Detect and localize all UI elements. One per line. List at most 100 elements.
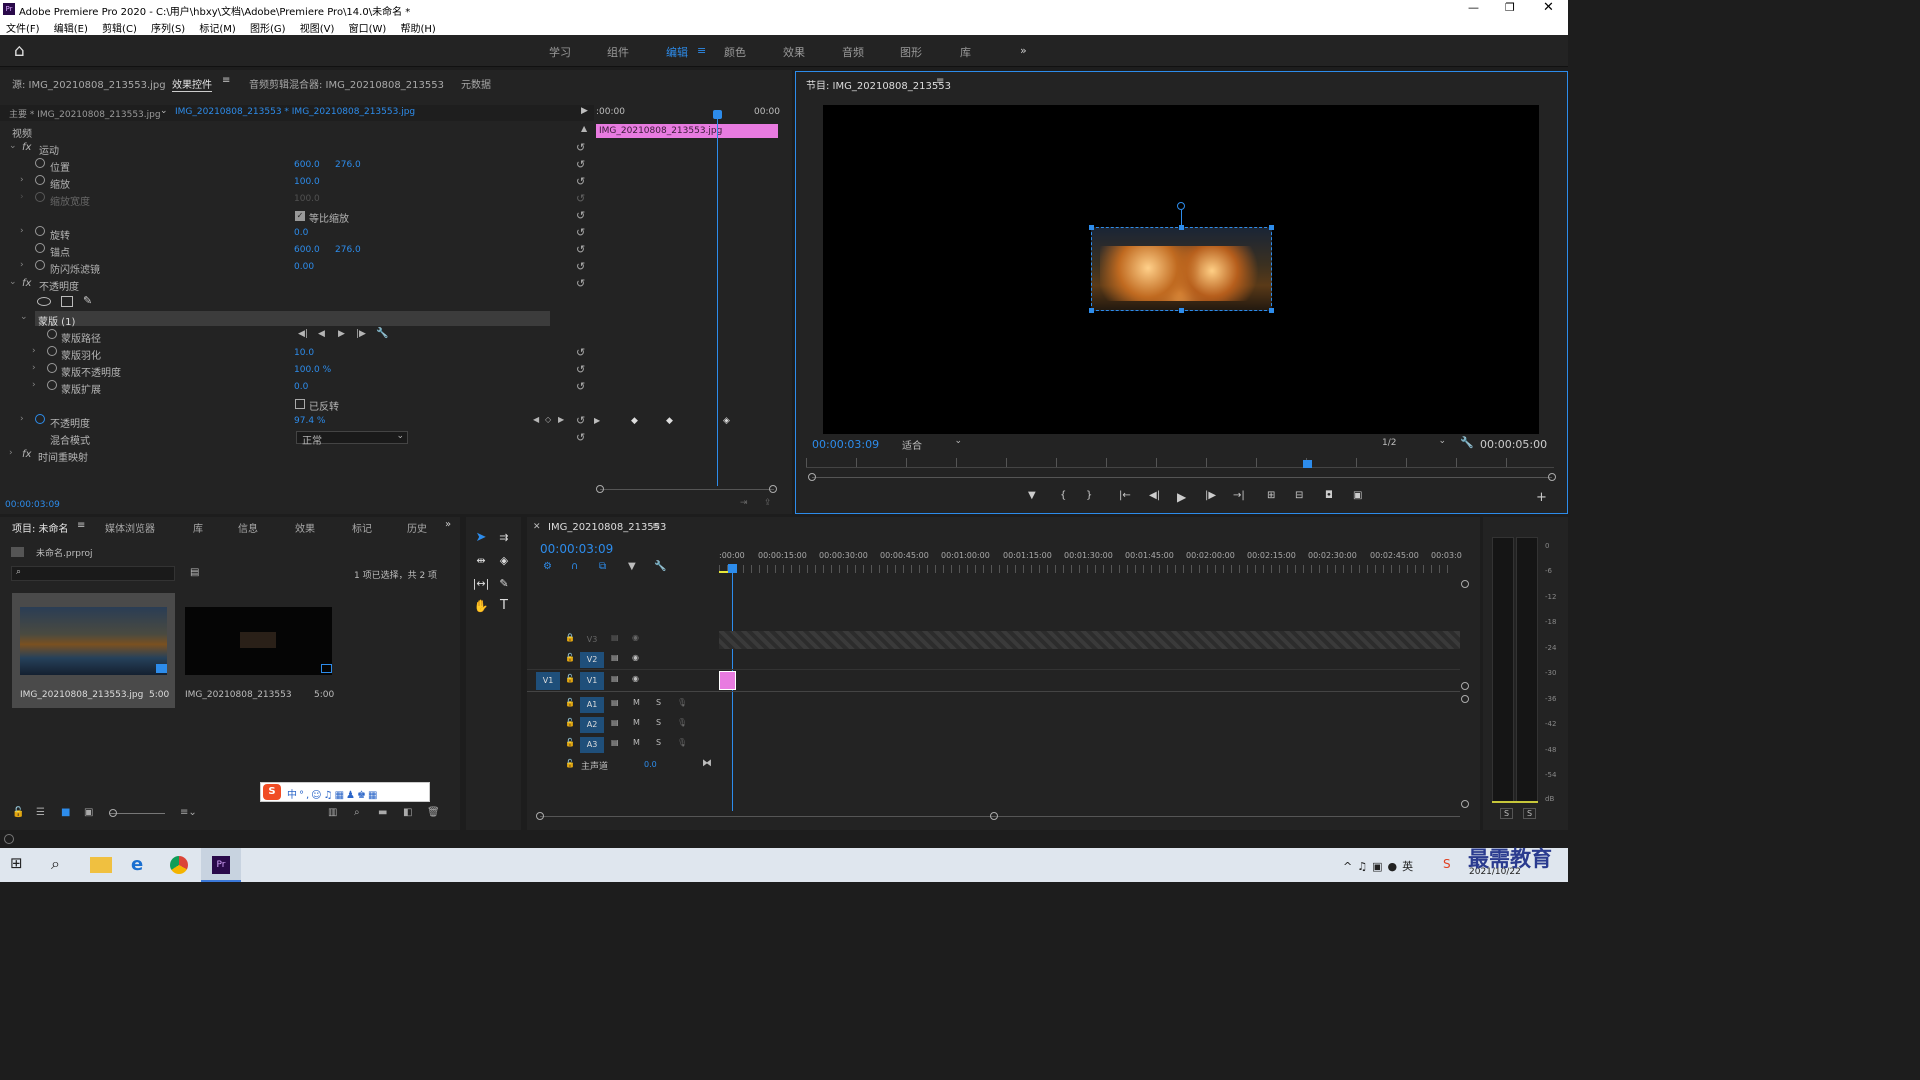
project-search-input[interactable]: ⌕ [11,566,175,581]
row-mask[interactable]: ⌄ 蒙版 (1) [0,311,594,328]
go-to-in-icon[interactable]: |← [1119,490,1131,501]
go-to-out-icon[interactable]: →| [1233,490,1245,501]
solo-button[interactable]: S [656,698,661,707]
stopwatch-icon[interactable] [35,414,45,424]
close-sequence-icon[interactable]: ✕ [533,522,541,532]
linked-selection-icon[interactable]: ⧉ [599,561,606,572]
ws-assembly[interactable]: 组件 [607,44,629,60]
reset-icon[interactable]: ↺ [576,158,585,171]
tab-media-browser[interactable]: 媒体浏览器 [105,520,155,535]
clip-selector[interactable]: IMG_20210808_213553 * IMG_20210808_21355… [175,107,415,117]
zoom-handle-right[interactable] [1548,473,1556,481]
menu-marker[interactable]: 标记(M) [199,24,235,35]
tab-effects[interactable]: 效果 [295,520,315,535]
timeline-clip[interactable] [719,671,736,690]
keyframe-diamond[interactable]: ◆ [666,416,673,426]
program-ruler[interactable] [806,458,1554,468]
solo-button[interactable]: S [656,738,661,747]
mark-out-icon[interactable]: } [1086,490,1092,501]
add-button-icon[interactable]: + [1536,490,1547,505]
stopwatch-icon[interactable] [35,260,45,270]
mask-handle[interactable] [1269,308,1274,313]
tab-history[interactable]: 历史 [407,520,427,535]
keyframe-diamond[interactable]: ◈ [723,416,730,426]
chevron-down-icon[interactable]: ⌄ [160,106,168,116]
stopwatch-icon[interactable] [47,363,57,373]
menu-graphics[interactable]: 图形(G) [250,24,286,35]
ec-timecode[interactable]: 00:00:03:09 [5,500,60,510]
close-icon[interactable]: ✕ [1543,0,1554,15]
next-keyframe-icon[interactable]: ▶ [558,415,564,424]
find-icon[interactable]: ⌕ [354,807,360,818]
uniform-checkbox[interactable]: ✓ [295,211,305,221]
mask-handle[interactable] [1089,308,1094,313]
sogou-tray-icon[interactable]: S [1443,857,1451,871]
extract-icon[interactable]: ⊟ [1295,490,1303,501]
mask-handle[interactable] [1269,225,1274,230]
add-keyframe-icon[interactable]: ◇ [545,415,551,424]
chevron-right-icon[interactable]: › [20,226,24,236]
wrench-icon[interactable]: 🔧 [1460,436,1474,449]
lock-icon[interactable]: 🔓 [565,738,575,747]
sync-lock-icon[interactable]: ▤ [611,698,619,707]
scroll-up-icon[interactable]: ▲ [581,124,587,133]
camera-icon[interactable]: ◘ [1325,490,1333,501]
step-back-icon[interactable]: ◀| [1149,490,1160,501]
ripple-edit-icon[interactable]: ⇹ [470,552,492,570]
tab-metadata[interactable]: 元数据 [461,76,491,91]
sync-lock-icon[interactable]: ▤ [611,738,619,747]
home-icon[interactable]: ⌂ [14,41,25,61]
scroll-handle[interactable] [1461,800,1469,808]
freeform-view-icon[interactable]: ▣ [84,807,93,818]
timeline-timecode[interactable]: 00:00:03:09 [540,542,613,556]
program-playhead[interactable] [1303,460,1312,468]
tab-libraries[interactable]: 库 [193,520,203,535]
inverted-checkbox[interactable] [295,399,305,409]
go-to-edit-icon[interactable]: ⧓ [702,758,712,769]
sync-lock-icon[interactable]: ▤ [611,653,619,662]
windows-start-icon[interactable]: ⊞ [10,854,32,876]
new-bin-search-icon[interactable]: ▤ [190,567,199,578]
tab-source[interactable]: 源: IMG_20210808_213553.jpg [12,76,166,91]
ws-editing[interactable]: 编辑 [666,44,688,60]
stopwatch-icon[interactable] [35,226,45,236]
chevron-down-icon[interactable]: ⌄ [9,141,17,151]
trash-icon[interactable]: 🗑 [427,807,440,818]
zoom-handle-left[interactable] [596,485,604,493]
list-view-icon[interactable]: ☰ [36,807,45,818]
menu-help[interactable]: 帮助(H) [401,24,436,35]
mark-in-icon[interactable]: { [1060,490,1066,501]
menu-clip[interactable]: 剪辑(C) [102,24,137,35]
mute-button[interactable]: M [633,698,640,707]
track-label-a1[interactable]: A1 [580,697,604,713]
microphone-icon[interactable]: 🎙 [677,718,687,727]
fit-select[interactable]: 适合 ⌄ [900,436,964,452]
reset-icon[interactable]: ↺ [576,209,585,222]
eye-icon[interactable]: ◉ [632,674,639,683]
snap-icon[interactable]: ∩ [571,561,578,572]
icon-view-icon[interactable]: ■ [61,807,70,818]
mute-button[interactable]: M [633,738,640,747]
chevron-down-icon[interactable]: ⌄ [9,277,17,287]
nest-icon[interactable]: ⚙ [543,561,552,572]
rotation-handle[interactable] [1177,202,1185,210]
chrome-icon[interactable] [170,856,188,874]
microphone-icon[interactable]: 🎙 [677,738,687,747]
track-backward-icon[interactable]: ◀| [298,329,308,339]
sync-lock-icon[interactable]: ▤ [611,633,619,642]
reset-icon[interactable]: ↺ [576,243,585,256]
stopwatch-icon[interactable] [35,175,45,185]
solo-left-button[interactable]: S [1500,808,1514,819]
tab-menu-icon[interactable]: ≡ [222,75,230,86]
menu-window[interactable]: 窗口(W) [349,24,387,35]
lift-icon[interactable]: ⊞ [1267,490,1275,501]
play-icon[interactable]: ▶ [1177,490,1186,504]
menu-view[interactable]: 视图(V) [300,24,335,35]
ws-effects[interactable]: 效果 [783,44,805,60]
ws-libraries[interactable]: 库 [960,44,971,60]
tray-icons[interactable]: ^♫▣●英 [1343,858,1418,874]
tab-audio-mixer[interactable]: 音频剪辑混合器: IMG_20210808_213553 [249,76,444,91]
reset-icon[interactable]: ↺ [576,346,585,359]
track-label-v1[interactable]: V1 [580,672,604,690]
mask-handle[interactable] [1089,225,1094,230]
